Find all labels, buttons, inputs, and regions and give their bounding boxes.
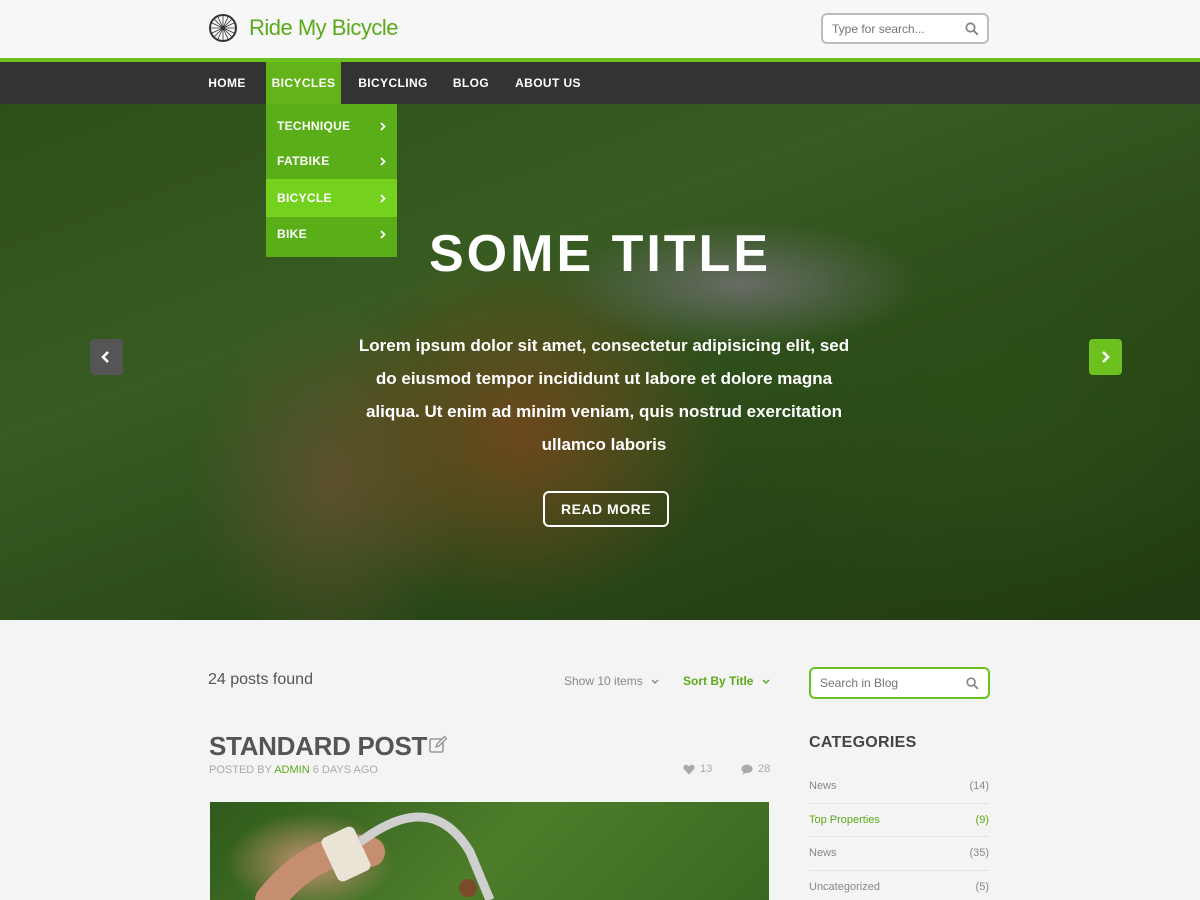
hero-text: Lorem ipsum dolor sit amet, consectetur … [358,336,850,454]
search-icon[interactable] [965,22,979,36]
hero-title: SOME TITLE [429,225,771,283]
category-item[interactable]: News (35) [809,837,989,871]
post-title[interactable]: STANDARD POST [209,731,427,762]
heart-icon [683,764,695,774]
categories-heading: CATEGORIES [809,734,917,751]
dropdown-item-label: BIKE [277,227,307,241]
category-item[interactable]: Uncategorized (5) [809,871,989,900]
category-item[interactable]: Top Properties (9) [809,804,989,837]
category-name: News [809,847,837,859]
category-count: (9) [975,813,989,826]
edit-icon[interactable] [428,735,448,755]
site-title[interactable]: Ride My Bicycle [249,15,398,41]
sort-by-dropdown[interactable]: Sort By Title [683,674,770,688]
post-meta: POSTED BY ADMIN 6 DAYS AGO [209,764,378,776]
dropdown-item-label: TECHNIQUE [277,119,351,133]
chevron-right-icon [380,122,386,131]
slider-prev-button[interactable] [90,339,123,375]
category-count: (5) [975,880,989,893]
chevron-right-icon [380,157,386,166]
categories-list: News (14) Top Properties (9) News (35) U… [809,770,989,900]
posted-by-label: POSTED BY [209,764,272,776]
show-items-dropdown[interactable]: Show 10 items [564,674,659,688]
bicycle-handlebar-photo [255,812,495,900]
hero-slider: SOME TITLE Lorem ipsum dolor sit amet, c… [0,104,1200,620]
bicycle-wheel-icon [209,14,237,42]
chevron-down-icon [762,679,770,684]
blog-search-input[interactable] [811,669,951,697]
dropdown-item-bike[interactable]: BIKE [266,217,397,252]
posts-found-count: 24 posts found [208,671,313,688]
likes-count: 13 [700,763,713,775]
site-header: Ride My Bicycle [0,0,1200,58]
slider-next-button[interactable] [1089,339,1122,375]
category-count: (35) [969,847,989,859]
category-name: News [809,780,837,792]
header-search-input[interactable] [823,15,953,42]
nav-item-bicycles[interactable]: BICYCLES [266,62,341,104]
search-icon[interactable] [966,677,979,690]
header-search [821,13,989,44]
nav-item-home[interactable]: HOME [194,62,260,104]
dropdown-item-bicycle[interactable]: BICYCLE [266,179,397,217]
category-name: Top Properties [809,813,880,826]
chevron-left-icon [101,351,109,363]
nav-item-about-us[interactable]: ABOUT US [508,62,588,104]
comments-counter[interactable]: 28 [741,763,770,775]
read-more-button[interactable]: READ MORE [543,491,669,527]
sort-by-label: Sort By Title [683,674,754,688]
post-featured-image[interactable] [210,802,769,900]
bicycles-dropdown-menu: TECHNIQUE FATBIKE BICYCLE BIKE [266,104,397,257]
dropdown-item-fatbike[interactable]: FATBIKE [266,144,397,179]
main-nav: HOME BICYCLES BICYCLING BLOG ABOUT US [0,62,1200,104]
dropdown-item-label: BICYCLE [277,191,332,205]
nav-item-bicycling[interactable]: BICYCLING [351,62,435,104]
chevron-right-icon [380,230,386,239]
category-item[interactable]: News (14) [809,770,989,804]
category-count: (14) [969,780,989,792]
post-time: 6 DAYS AGO [312,764,378,776]
blog-search [809,667,990,699]
post-author-link[interactable]: ADMIN [274,764,309,776]
dropdown-item-technique[interactable]: TECHNIQUE [266,109,397,144]
show-items-label: Show 10 items [564,674,643,688]
chevron-right-icon [380,194,386,203]
comment-icon [741,764,753,775]
category-name: Uncategorized [809,880,880,893]
chevron-down-icon [651,679,659,684]
comments-count: 28 [758,763,771,775]
dropdown-item-label: FATBIKE [277,154,330,168]
nav-item-blog[interactable]: BLOG [443,62,499,104]
likes-counter[interactable]: 13 [683,763,712,775]
chevron-right-icon [1102,351,1110,363]
site-logo[interactable]: Ride My Bicycle [208,13,398,43]
